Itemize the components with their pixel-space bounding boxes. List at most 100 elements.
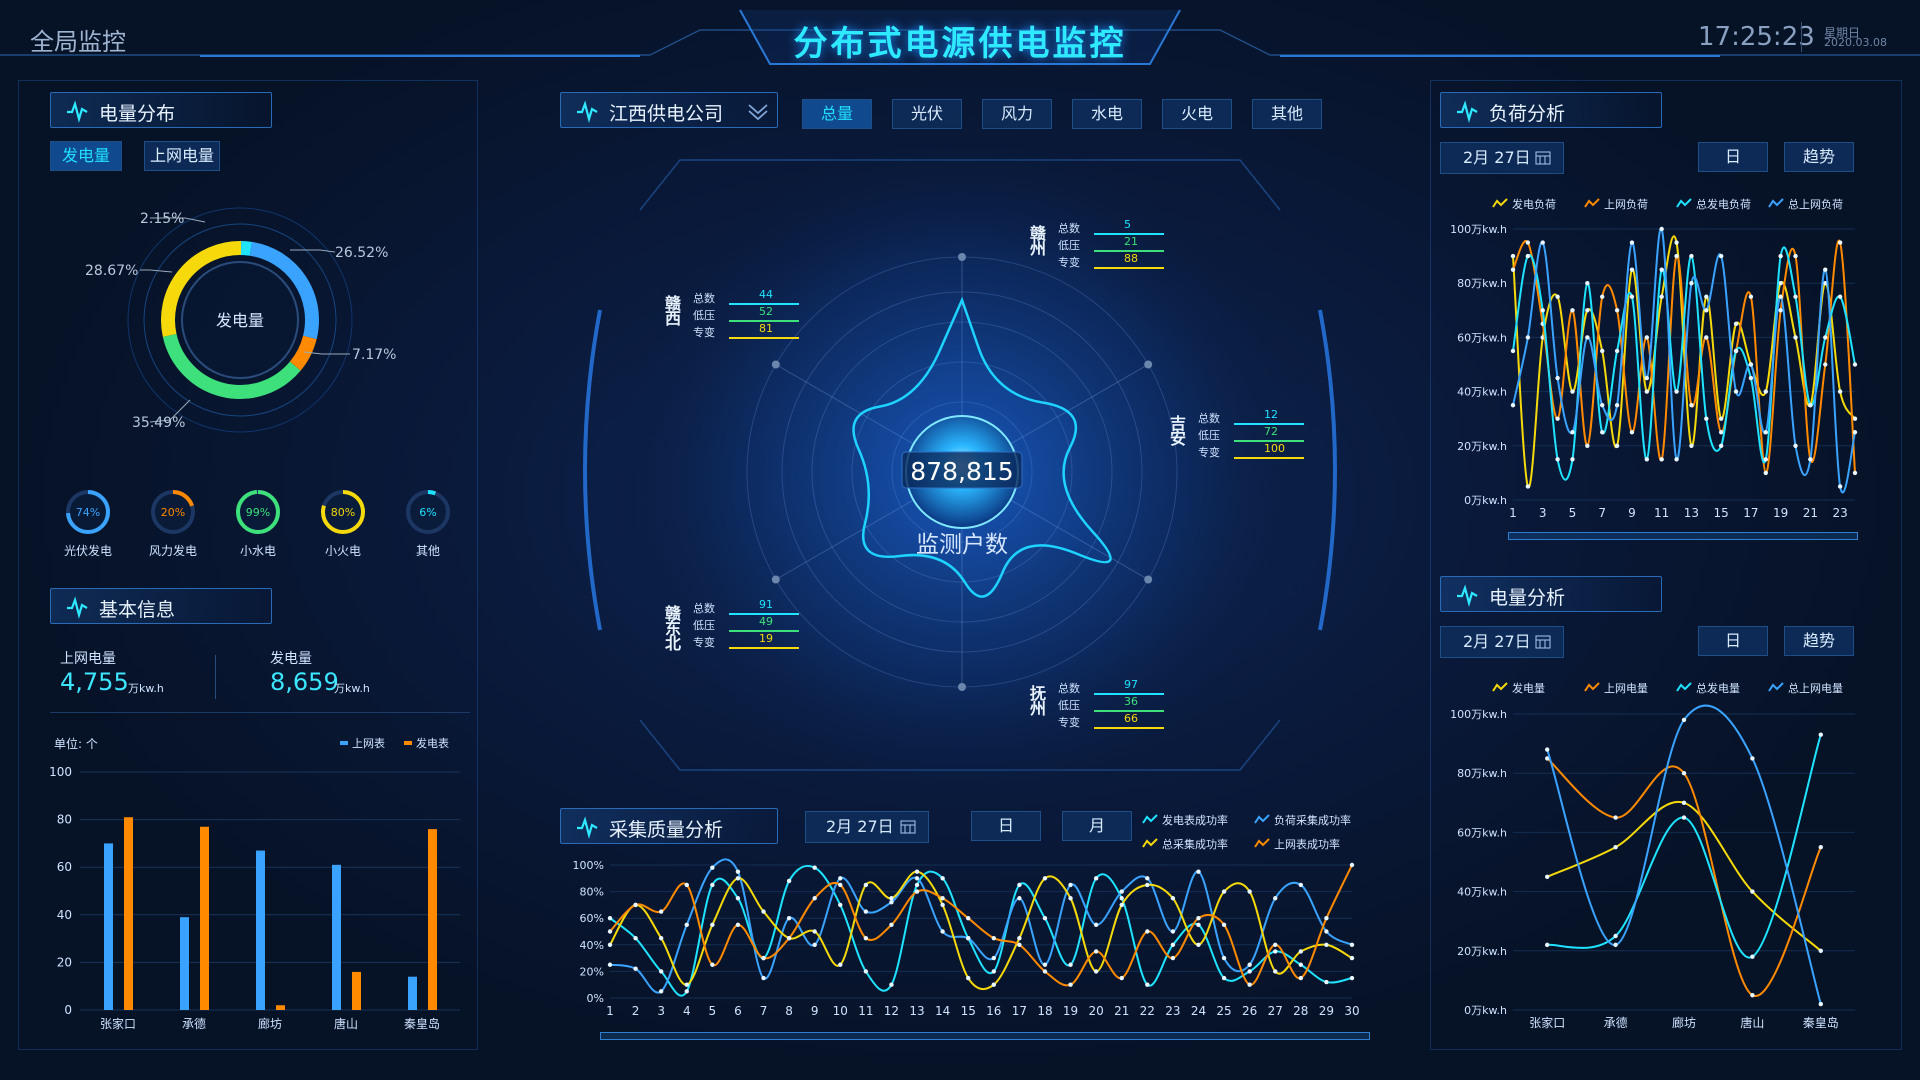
data-point[interactable]: [1763, 389, 1768, 394]
data-point[interactable]: [1681, 771, 1687, 776]
data-point[interactable]: [940, 902, 945, 908]
energy-date-picker[interactable]: 2月 27日: [1440, 626, 1564, 658]
data-point[interactable]: [786, 916, 792, 921]
region-block[interactable]: 赣西 总数 44 低压 52 专变 81: [665, 288, 835, 350]
data-point[interactable]: [607, 916, 613, 921]
data-point[interactable]: [1273, 896, 1278, 901]
data-point[interactable]: [1704, 416, 1709, 421]
data-point[interactable]: [1170, 896, 1176, 901]
data-point[interactable]: [1540, 240, 1545, 245]
data-point[interactable]: [1068, 896, 1073, 901]
tab-grid-energy[interactable]: 上网电量: [144, 141, 220, 171]
data-point[interactable]: [1793, 443, 1798, 448]
data-point[interactable]: [1555, 416, 1560, 421]
data-point[interactable]: [1681, 800, 1687, 805]
data-point[interactable]: [1145, 876, 1150, 881]
data-point[interactable]: [1674, 457, 1679, 462]
data-point[interactable]: [786, 935, 792, 941]
data-point[interactable]: [1247, 889, 1252, 894]
data-point[interactable]: [1170, 929, 1176, 934]
data-point[interactable]: [1763, 430, 1768, 435]
data-point[interactable]: [914, 869, 920, 874]
data-point[interactable]: [1555, 375, 1560, 381]
data-point[interactable]: [1324, 929, 1329, 934]
data-point[interactable]: [991, 982, 996, 987]
data-point[interactable]: [1042, 969, 1048, 974]
data-point[interactable]: [940, 896, 945, 901]
data-point[interactable]: [1017, 942, 1022, 947]
data-point[interactable]: [1689, 281, 1694, 286]
data-point[interactable]: [1644, 375, 1650, 381]
data-point[interactable]: [1659, 226, 1664, 232]
bar[interactable]: [276, 1005, 285, 1010]
data-point[interactable]: [1093, 949, 1099, 954]
series-line[interactable]: [1546, 800, 1822, 952]
legend-item[interactable]: 总发电量: [1676, 680, 1740, 696]
data-point[interactable]: [1852, 470, 1858, 476]
data-point[interactable]: [607, 962, 613, 967]
data-point[interactable]: [1540, 308, 1545, 313]
bar[interactable]: [200, 826, 209, 1010]
data-point[interactable]: [1119, 975, 1124, 981]
data-point[interactable]: [1349, 975, 1355, 981]
data-point[interactable]: [1837, 294, 1843, 299]
data-point[interactable]: [1324, 942, 1329, 947]
data-point[interactable]: [1793, 294, 1798, 299]
data-point[interactable]: [1733, 321, 1739, 327]
region-block[interactable]: 赣州 总数 5 低压 21 专变 88: [1030, 218, 1200, 280]
data-point[interactable]: [1629, 430, 1635, 435]
quality-scrollbar[interactable]: [600, 1032, 1370, 1040]
data-point[interactable]: [1017, 882, 1022, 888]
data-point[interactable]: [1852, 430, 1858, 435]
bar[interactable]: [180, 917, 189, 1010]
data-point[interactable]: [1585, 335, 1590, 340]
data-point[interactable]: [1068, 962, 1073, 967]
data-point[interactable]: [1793, 253, 1798, 259]
data-point[interactable]: [607, 929, 613, 934]
data-point[interactable]: [1778, 253, 1783, 259]
bar[interactable]: [408, 976, 417, 1010]
legend-item[interactable]: 总上网电量: [1768, 680, 1843, 696]
data-point[interactable]: [1718, 430, 1724, 435]
data-point[interactable]: [1017, 896, 1022, 901]
load-trend-button[interactable]: 趋势: [1784, 142, 1854, 172]
data-point[interactable]: [1570, 430, 1575, 435]
data-point[interactable]: [1778, 294, 1783, 299]
data-point[interactable]: [684, 989, 689, 994]
quality-day-button[interactable]: 日: [971, 811, 1041, 841]
data-point[interactable]: [1510, 348, 1516, 354]
data-point[interactable]: [1042, 876, 1048, 881]
legend-item[interactable]: 总上网负荷: [1768, 196, 1843, 212]
data-point[interactable]: [1570, 389, 1575, 394]
series-line[interactable]: [1547, 734, 1822, 959]
data-point[interactable]: [1689, 443, 1694, 448]
data-point[interactable]: [1600, 402, 1605, 408]
data-point[interactable]: [1629, 240, 1635, 245]
data-point[interactable]: [1644, 457, 1650, 462]
data-point[interactable]: [1613, 942, 1618, 948]
data-point[interactable]: [684, 922, 689, 928]
data-point[interactable]: [1763, 470, 1768, 476]
data-point[interactable]: [889, 896, 894, 901]
data-point[interactable]: [1750, 756, 1755, 761]
data-point[interactable]: [1324, 979, 1329, 985]
data-point[interactable]: [1689, 253, 1694, 259]
data-point[interactable]: [1614, 402, 1620, 408]
data-point[interactable]: [1273, 949, 1278, 954]
data-point[interactable]: [1613, 933, 1618, 939]
data-point[interactable]: [1585, 443, 1590, 448]
data-point[interactable]: [684, 882, 689, 888]
data-point[interactable]: [863, 969, 869, 974]
data-point[interactable]: [1681, 717, 1687, 723]
bar[interactable]: [332, 864, 341, 1010]
data-point[interactable]: [1273, 969, 1278, 974]
load-date-picker[interactable]: 2月 27日: [1440, 142, 1564, 174]
quality-month-button[interactable]: 月: [1062, 811, 1132, 841]
data-point[interactable]: [1750, 954, 1755, 959]
data-point[interactable]: [710, 865, 715, 870]
bar[interactable]: [256, 850, 265, 1010]
data-point[interactable]: [1823, 362, 1828, 367]
data-point[interactable]: [1068, 982, 1073, 987]
data-point[interactable]: [1733, 348, 1739, 354]
data-point[interactable]: [1349, 955, 1355, 961]
